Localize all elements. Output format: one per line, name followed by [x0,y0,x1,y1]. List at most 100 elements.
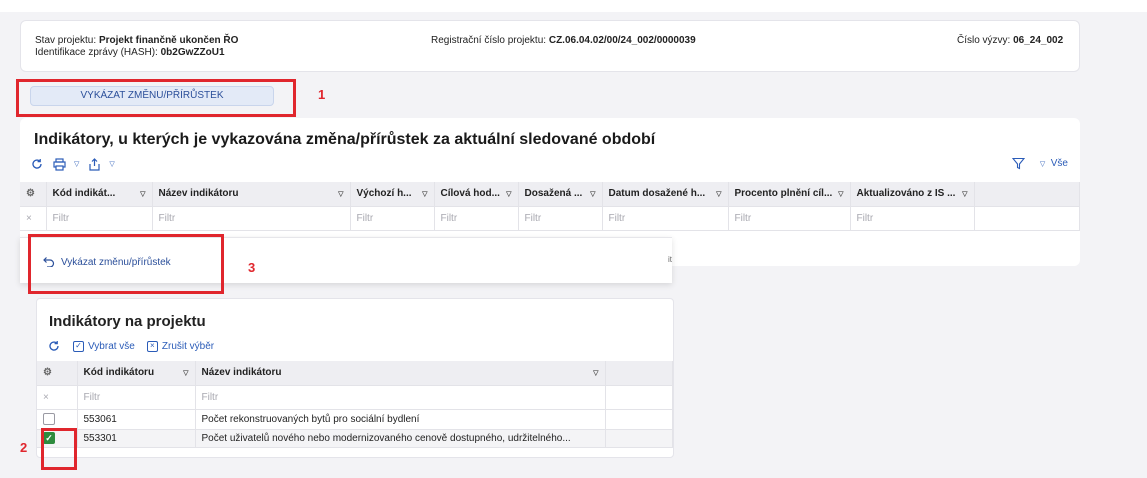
filter-input[interactable]: Filtr [518,206,603,231]
project-info-card: Stav projektu: Projekt finančně ukončen … [20,20,1080,72]
annotation-number-1: 1 [318,87,326,102]
column-settings-icon[interactable]: ⚙ [43,367,52,378]
sort-caret-icon[interactable]: ▽ [183,369,188,377]
col-header[interactable]: Název indikátoru ▽ [195,361,606,386]
annotation-number-2: 2 [20,440,28,455]
col-header-empty [974,182,1080,207]
sort-caret-icon[interactable]: ▽ [506,190,511,198]
sort-caret-icon[interactable]: ▽ [838,190,843,198]
reported-indicators-table: ⚙ Kód indikát... ▽ Název indikátoru ▽ Vých… [20,182,1080,231]
print-menu-caret-icon[interactable]: ▽ [74,160,79,168]
project-indicators-panel: Indikátory na projektu ✓ Vybrat vše × Zruš… [36,298,674,458]
col-header[interactable]: Dosažená ... ▽ [518,182,603,207]
select-all-button[interactable]: ✓ Vybrat vše [73,340,135,352]
col-header[interactable]: Cílová hod... ▽ [434,182,519,207]
truncated-text: it [668,255,672,264]
filter-input[interactable]: Filtr [195,385,606,410]
panel-title: Indikátory na projektu [49,313,206,330]
filter-icon[interactable] [1012,156,1026,170]
annotation-box-3 [28,234,224,294]
table-row[interactable]: 553061 Počet rekonstruovaných bytů pro s… [37,409,673,430]
project-indicators-table: ⚙ Kód indikátoru ▽ Název indikátoru ▽ × Fi… [37,361,673,448]
clear-filter-icon[interactable]: × [20,206,47,231]
col-header-label: Cílová hod... [440,188,500,200]
filter-dropdown[interactable]: ▽ Vše [1040,158,1068,169]
indicator-code: 553061 [77,409,196,430]
col-header-label: Kód indikátoru [83,367,155,379]
call-number-label: Číslo výzvy: [957,35,1011,46]
hash-label: Identifikace zprávy (HASH): [35,47,158,58]
indicator-name: Počet rekonstruovaných bytů pro sociální… [195,409,606,430]
row-empty-cell [605,409,673,430]
sort-caret-icon[interactable]: ▽ [422,190,427,198]
filter-input[interactable]: Filtr [350,206,435,231]
row-checkbox[interactable] [43,413,55,425]
column-settings-cell[interactable]: ⚙ [20,182,47,207]
filter-value: Vše [1050,157,1068,169]
registration-block: Registrační číslo projektu: CZ.06.04.02/… [431,35,696,47]
sort-caret-icon[interactable]: ▽ [593,369,598,377]
export-menu-caret-icon[interactable]: ▽ [109,160,114,168]
filter-input[interactable]: Filtr [850,206,975,231]
print-icon[interactable] [52,157,66,171]
refresh-icon[interactable] [47,339,61,353]
col-header-empty [605,361,673,386]
registration-label: Registrační číslo projektu: [431,35,547,46]
column-settings-cell[interactable]: ⚙ [37,361,78,386]
hash-value: 0b2GwZZoU1 [160,47,225,58]
col-header-label: Procento plnění cíl... [734,188,833,200]
sort-caret-icon[interactable]: ▽ [140,190,145,198]
col-header[interactable]: Výchozí h... ▽ [350,182,435,207]
sort-caret-icon[interactable]: ▽ [338,190,343,198]
col-header[interactable]: Datum dosažené h... ▽ [602,182,729,207]
col-header[interactable]: Aktualizováno z IS ... ▽ [850,182,975,207]
clear-box-icon: × [146,340,158,352]
col-header-label: Výchozí h... [356,188,412,200]
header-row: ⚙ Kód indikátoru ▽ Název indikátoru ▽ [37,361,673,386]
refresh-icon[interactable] [30,157,44,171]
row-empty-cell [605,429,673,448]
sort-caret-icon[interactable]: ▽ [716,190,721,198]
header-row: ⚙ Kód indikát... ▽ Název indikátoru ▽ Vých… [20,182,1080,207]
filter-input[interactable]: Filtr [46,206,153,231]
selection-toolbar: ✓ Vybrat vše × Zrušit výběr [47,339,214,353]
filter-input[interactable]: Filtr [434,206,519,231]
col-header[interactable]: Kód indikát... ▽ [46,182,153,207]
col-header-label: Název indikátoru [201,367,282,379]
col-header[interactable]: Kód indikátoru ▽ [77,361,196,386]
filter-area: ▽ Vše [1012,156,1068,170]
annotation-box-1 [16,79,296,117]
column-settings-icon[interactable]: ⚙ [26,188,35,199]
status-value: Projekt finančně ukončen ŘO [98,35,239,46]
clear-filter-icon[interactable]: × [37,385,78,410]
call-number-value: 06_24_002 [1013,35,1064,46]
sort-caret-icon[interactable]: ▽ [962,190,967,198]
call-number-block: Číslo výzvy: 06_24_002 [957,35,1063,47]
filter-input-empty [605,385,673,410]
annotation-number-3: 3 [248,260,256,275]
sort-caret-icon[interactable]: ▽ [590,190,595,198]
select-all-label: Vybrat vše [88,340,135,352]
filter-input[interactable]: Filtr [728,206,851,231]
cancel-selection-label: Zrušit výběr [161,340,215,352]
filter-row: × Filtr Filtr [37,385,673,410]
table-row[interactable]: ✓ 553301 Počet uživatelů nového nebo mod… [37,429,673,448]
top-strip [0,0,1147,12]
grid-toolbar: ▽ ▽ [30,156,115,172]
filter-input[interactable]: Filtr [602,206,729,231]
filter-input[interactable]: Filtr [152,206,351,231]
col-header[interactable]: Název indikátoru ▽ [152,182,351,207]
export-icon[interactable] [87,157,101,171]
cancel-selection-button[interactable]: × Zrušit výběr [146,340,215,352]
checkbox-icon: ✓ [73,340,84,352]
col-header-label: Aktualizováno z IS ... [856,188,956,200]
filter-caret-icon: ▽ [1039,160,1046,168]
filter-input-empty [974,206,1080,231]
col-header-label: Název indikátoru [158,188,239,200]
filter-input[interactable]: Filtr [77,385,196,410]
filter-row: × Filtr Filtr Filtr Filtr Filtr Filtr Fi… [20,206,1080,231]
col-header-label: Datum dosažené h... [608,188,706,200]
col-header[interactable]: Procento plnění cíl... ▽ [728,182,851,207]
col-header-label: Kód indikát... [52,188,116,200]
indicator-name: Počet uživatelů nového nebo modernizovan… [195,429,606,448]
